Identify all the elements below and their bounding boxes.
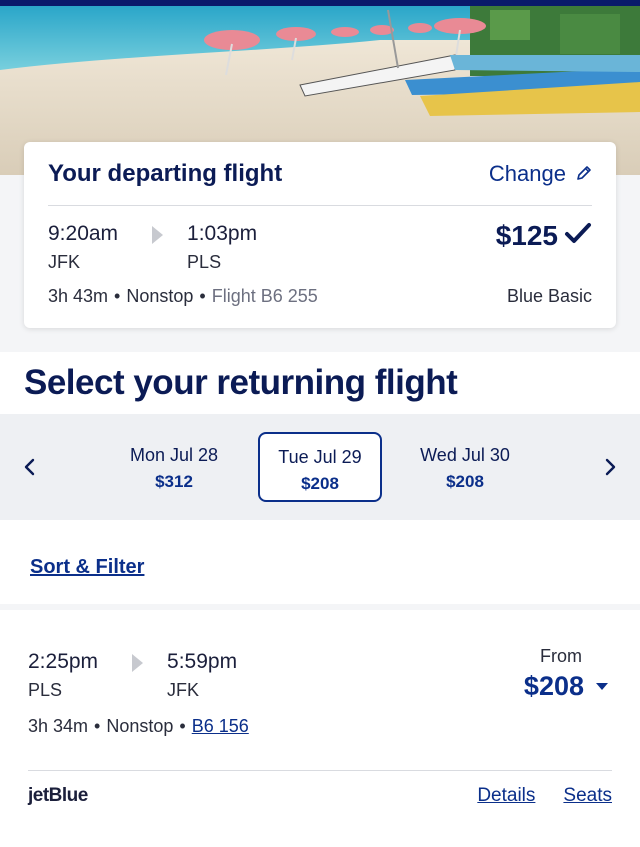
sort-filter-bar: Sort & Filter: [0, 520, 640, 604]
change-label: Change: [488, 160, 566, 186]
returning-title: Select your returning flight: [24, 363, 458, 402]
result-depart-airport: PLS: [28, 680, 63, 700]
result-price: $208: [523, 671, 584, 701]
date-tab-day: Mon Jul 28: [129, 445, 219, 465]
departing-stops: Nonstop: [126, 286, 194, 306]
sort-filter-link[interactable]: Sort & Filter: [30, 556, 144, 579]
result-arrive-airport: JFK: [167, 680, 200, 700]
route-arrow-icon: [152, 226, 164, 244]
chevron-right-icon[interactable]: [598, 455, 622, 479]
fare-dropdown[interactable]: $208: [524, 671, 608, 702]
chevron-left-icon[interactable]: [18, 455, 42, 479]
date-tab-price: $208: [446, 472, 484, 491]
arrive-time: 1:03pm: [187, 222, 258, 245]
route-arrow-icon: [132, 654, 144, 672]
result-actions: Details Seats: [477, 785, 612, 807]
departing-price: $125: [496, 220, 592, 252]
result-stops: Nonstop: [106, 716, 174, 736]
date-tab-wed-jul-30[interactable]: Wed Jul 30 $208: [403, 432, 527, 502]
departing-flight-card: Your departing flight Change 9:20am JFK …: [24, 142, 616, 328]
seats-link[interactable]: Seats: [563, 785, 612, 807]
returning-header: Select your returning flight: [0, 352, 640, 414]
date-tab-mon-jul-28[interactable]: Mon Jul 28 $312: [112, 432, 236, 502]
flight-result-card[interactable]: 2:25pm PLS 5:59pm JFK From $208 3h 34m • N…: [0, 610, 640, 847]
departing-times: 9:20am JFK 1:03pm PLS: [48, 222, 257, 273]
departing-price-amount: $125: [495, 220, 558, 251]
result-duration: 3h 34m: [28, 716, 89, 736]
departing-flight-title: Your departing flight: [48, 159, 283, 187]
result-origin: 2:25pm PLS: [28, 650, 98, 701]
date-tab-price: $312: [155, 472, 193, 491]
pencil-icon: [576, 161, 592, 187]
date-tab-day: Wed Jul 30: [420, 445, 510, 465]
depart-airport: JFK: [48, 252, 81, 272]
departing-fare-class: Blue Basic: [506, 286, 592, 306]
checkmark-icon: [564, 220, 592, 252]
date-tab-price: $208: [301, 474, 339, 493]
depart-time: 9:20am: [48, 222, 119, 245]
departing-flight-number: Flight B6 255: [211, 286, 318, 306]
departing-duration: 3h 43m: [48, 286, 109, 306]
date-tab-tue-jul-29[interactable]: Tue Jul 29 $208: [258, 432, 382, 502]
departing-origin: 9:20am JFK: [48, 222, 118, 273]
result-destination: 5:59pm JFK: [167, 650, 237, 701]
departing-card-header: Your departing flight Change: [48, 142, 592, 206]
departing-meta: 3h 43m • Nonstop • Flight B6 255: [48, 286, 318, 306]
result-price-block: From $208: [524, 646, 608, 702]
result-meta: 3h 34m • Nonstop • B6 156: [28, 716, 249, 736]
date-selector: Mon Jul 28 $312 Tue Jul 29 $208 Wed Jul …: [0, 414, 640, 520]
departing-destination: 1:03pm PLS: [187, 222, 257, 273]
result-arrive-time: 5:59pm: [167, 650, 238, 673]
from-label: From: [540, 646, 582, 666]
result-divider: [28, 770, 612, 771]
jetblue-logo: jetBlue: [28, 785, 88, 806]
date-tab-day: Tue Jul 29: [278, 447, 362, 467]
change-departing-button[interactable]: Change: [489, 161, 592, 187]
caret-down-icon: [596, 683, 608, 690]
flight-number-link[interactable]: B6 156: [192, 716, 249, 736]
result-depart-time: 2:25pm: [28, 650, 99, 673]
result-times: 2:25pm PLS 5:59pm JFK: [28, 650, 237, 701]
details-link[interactable]: Details: [477, 785, 535, 807]
arrive-airport: PLS: [187, 252, 222, 272]
